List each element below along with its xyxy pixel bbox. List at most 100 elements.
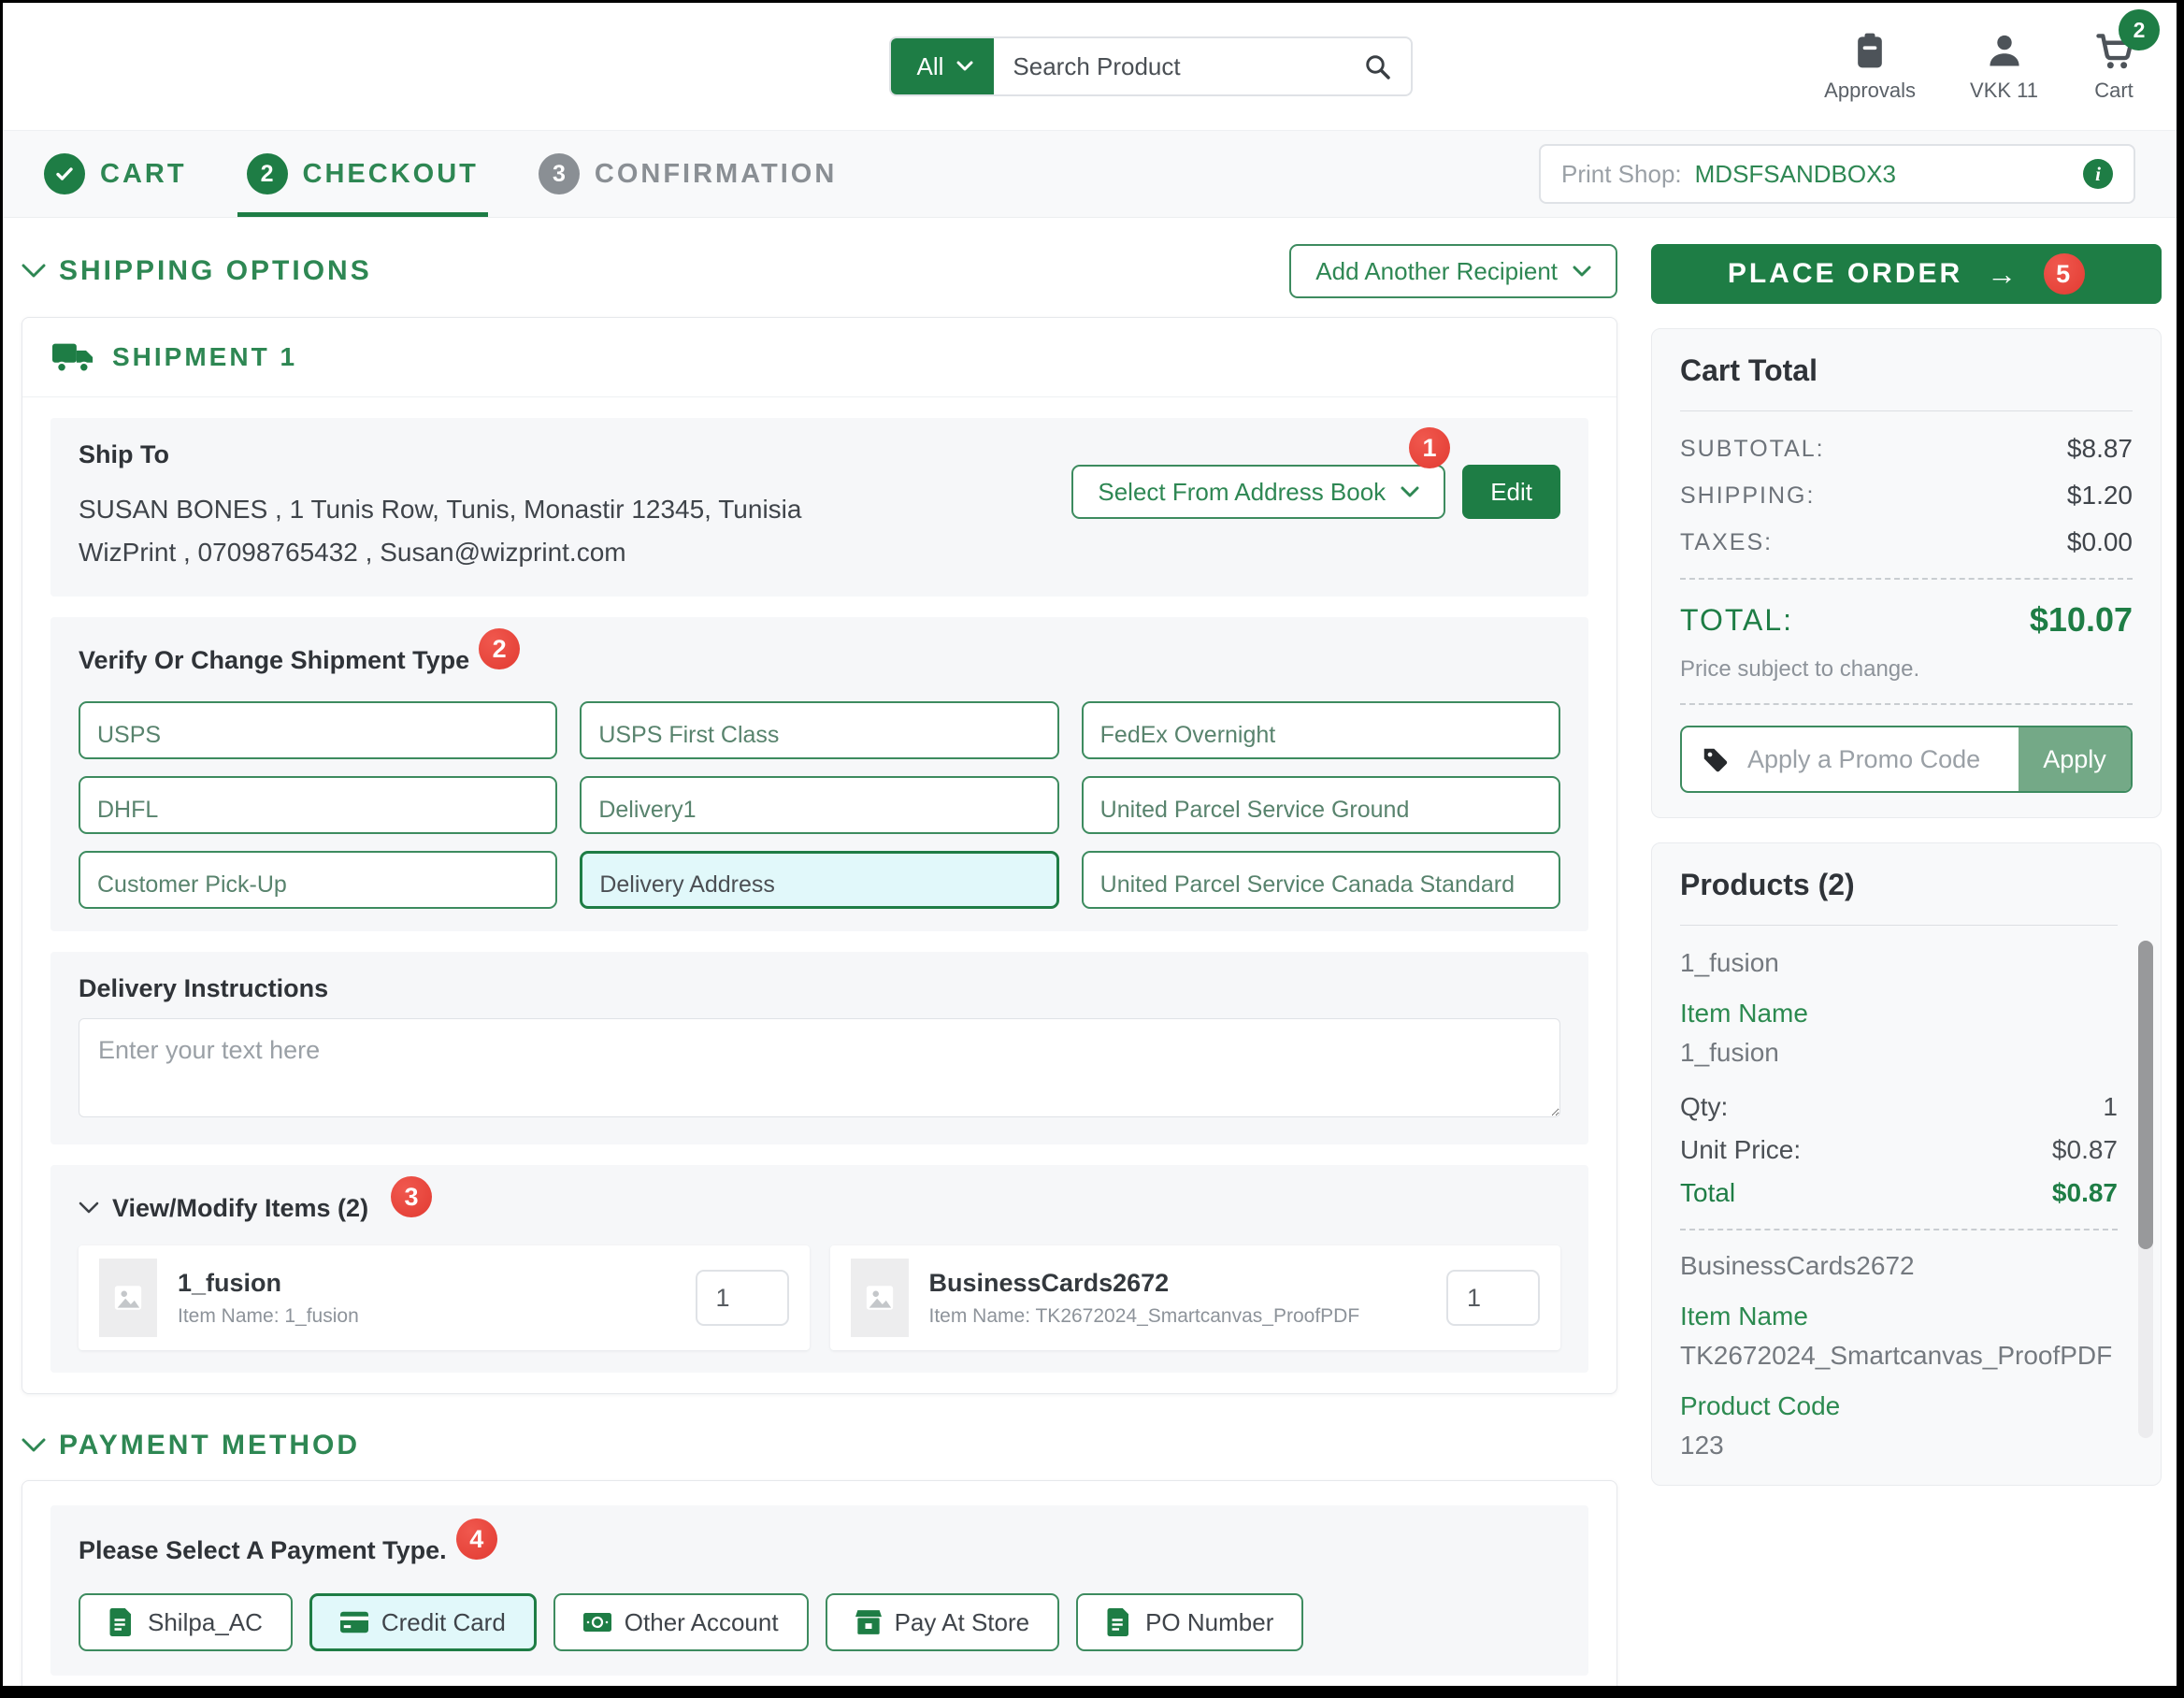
taxes-row: TAXES: $0.00 <box>1680 527 2133 557</box>
step-2-circle: 2 <box>247 153 288 194</box>
shipment-type-usps[interactable]: USPS <box>79 701 557 759</box>
shipment-type-delivery1[interactable]: Delivery1 <box>580 776 1058 834</box>
scrollbar-thumb[interactable] <box>2138 941 2153 1249</box>
step-confirmation: 3 CONFIRMATION <box>539 131 837 217</box>
taxes-value: $0.00 <box>2067 527 2133 557</box>
account-button[interactable]: VKK 11 <box>1970 30 2038 103</box>
apply-promo-button[interactable]: Apply <box>2019 727 2131 791</box>
search-category-dropdown[interactable]: All <box>891 38 995 94</box>
product-name: BusinessCards2672 <box>1680 1251 2118 1281</box>
cart-count-badge: 2 <box>2119 9 2160 50</box>
subtotal-value: $8.87 <box>2067 434 2133 464</box>
shipment-card: SHIPMENT 1 Ship To SUSAN BONES , 1 Tunis… <box>22 317 1617 1394</box>
unit-price-label: Unit Price: <box>1680 1135 1801 1165</box>
item-qty-input[interactable] <box>696 1270 789 1326</box>
step-cart[interactable]: CART <box>44 131 187 217</box>
callout-badge-1: 1 <box>1409 427 1450 468</box>
place-order-label: PLACE ORDER <box>1728 258 1962 290</box>
shipment-type-fedex-overnight[interactable]: FedEx Overnight <box>1082 701 1560 759</box>
promo-code-input[interactable] <box>1746 744 2000 775</box>
payment-po-number-button[interactable]: PO Number <box>1076 1593 1303 1651</box>
address-book-label: Select From Address Book <box>1098 478 1386 507</box>
shipping-options-heading[interactable]: SHIPPING OPTIONS <box>22 255 372 287</box>
step-3-circle: 3 <box>539 153 580 194</box>
item-meta: 1_fusion Item Name: 1_fusion <box>178 1269 675 1328</box>
total-label: TOTAL: <box>1680 603 1793 638</box>
view-modify-items-title: View/Modify Items (2) <box>112 1194 368 1223</box>
payment-credit-card-button[interactable]: Credit Card <box>309 1593 537 1651</box>
unit-price-row: Unit Price: $0.87 <box>1680 1135 2118 1165</box>
checkout-page: All Approvals VKK 11 2 Cart <box>0 0 2184 1698</box>
ship-to-block: Ship To SUSAN BONES , 1 Tunis Row, Tunis… <box>79 440 801 574</box>
edit-address-button[interactable]: Edit <box>1462 465 1560 519</box>
image-placeholder-icon <box>864 1282 896 1314</box>
main-column: SHIPPING OPTIONS Add Another Recipient S… <box>22 218 1617 1698</box>
payment-method-label: PO Number <box>1145 1608 1273 1637</box>
step-checkout[interactable]: 2 CHECKOUT <box>247 131 479 217</box>
ship-to-label: Ship To <box>79 440 801 469</box>
place-order-button[interactable]: PLACE ORDER → 5 <box>1651 244 2162 304</box>
view-modify-items-header[interactable]: View/Modify Items (2) 3 <box>79 1187 1560 1229</box>
payment-method-label: Other Account <box>625 1608 779 1637</box>
shipment-type-delivery-address[interactable]: Delivery Address <box>580 851 1058 909</box>
add-another-recipient-button[interactable]: Add Another Recipient <box>1289 244 1617 298</box>
shipment-type-usps-first-class[interactable]: USPS First Class <box>580 701 1058 759</box>
info-icon[interactable]: i <box>2083 159 2113 189</box>
product-total-label: Total <box>1680 1178 1735 1208</box>
item-qty-input[interactable] <box>1446 1270 1540 1326</box>
shipment-type-customer-pickup[interactable]: Customer Pick-Up <box>79 851 557 909</box>
item-name-label: Item Name <box>1680 1302 2118 1331</box>
total-value: $10.07 <box>2030 600 2133 640</box>
search-icon[interactable] <box>1362 51 1392 81</box>
account-label: VKK 11 <box>1970 79 2038 103</box>
products-card: Products (2) 1_fusion Item Name 1_fusion… <box>1651 842 2162 1486</box>
truck-icon <box>52 340 95 374</box>
product-total-value: $0.87 <box>2052 1178 2118 1208</box>
product-summary-2: BusinessCards2672 Item Name TK2672024_Sm… <box>1680 1251 2118 1461</box>
print-shop-field[interactable]: Print Shop: MDSFSANDBOX3 i <box>1539 144 2135 204</box>
item-name-value: TK2672024_Smartcanvas_ProofPDF <box>1680 1341 2118 1371</box>
payment-other-account-button[interactable]: Other Account <box>553 1593 809 1651</box>
payment-method-label: Pay At Store <box>895 1608 1030 1637</box>
product-summary-1: 1_fusion Item Name 1_fusion Qty: 1 Unit … <box>1680 948 2118 1208</box>
top-bar: All Approvals VKK 11 2 Cart <box>3 3 2177 130</box>
subtotal-label: SUBTOTAL: <box>1680 436 1825 463</box>
product-name: 1_fusion <box>1680 948 2118 978</box>
delivery-instructions-input[interactable] <box>79 1018 1560 1117</box>
view-modify-items-panel: View/Modify Items (2) 3 1_fusion Item Na… <box>50 1165 1588 1373</box>
callout-badge-4: 4 <box>456 1518 497 1560</box>
clipboard-icon <box>1849 30 1890 71</box>
shipment-type-ups-ground[interactable]: United Parcel Service Ground <box>1082 776 1560 834</box>
step-cart-label: CART <box>100 159 187 190</box>
promo-code-field: Apply <box>1680 726 2133 793</box>
shipment-header: SHIPMENT 1 <box>22 318 1616 397</box>
shipment-type-ups-canada-standard[interactable]: United Parcel Service Canada Standard <box>1082 851 1560 909</box>
search-input[interactable] <box>994 52 1361 81</box>
item-title: BusinessCards2672 <box>929 1269 1427 1298</box>
document-icon <box>108 1608 135 1636</box>
payment-shilpa-ac-button[interactable]: Shilpa_AC <box>79 1593 293 1651</box>
cart-label: Cart <box>2094 79 2134 103</box>
chevron-down-icon <box>22 1438 46 1453</box>
approvals-button[interactable]: Approvals <box>1824 30 1916 103</box>
payment-type-label-text: Please Select A Payment Type. <box>79 1536 447 1565</box>
payment-pay-at-store-button[interactable]: Pay At Store <box>826 1593 1060 1651</box>
qty-value: 1 <box>2103 1092 2118 1122</box>
callout-badge-2: 2 <box>479 628 520 669</box>
select-from-address-book-dropdown[interactable]: Select From Address Book <box>1071 465 1445 519</box>
shipment-type-dhfl[interactable]: DHFL <box>79 776 557 834</box>
callout-badge-5: 5 <box>2044 253 2085 295</box>
payment-type-panel: Please Select A Payment Type. 4 Shilpa_A… <box>50 1505 1588 1676</box>
checkout-steps: CART 2 CHECKOUT 3 CONFIRMATION <box>44 131 837 217</box>
item-meta: BusinessCards2672 Item Name: TK2672024_S… <box>929 1269 1427 1328</box>
item-card-1: 1_fusion Item Name: 1_fusion <box>79 1245 810 1350</box>
shipment-type-label: Verify Or Change Shipment Type 2 <box>79 640 1560 681</box>
step-checkout-label: CHECKOUT <box>303 159 479 190</box>
print-shop-value: MDSFSANDBOX3 <box>1695 160 1896 189</box>
products-scrollbar[interactable] <box>2138 941 2153 1438</box>
edit-label: Edit <box>1490 478 1532 507</box>
ship-to-address-line2: WizPrint , 07098765432 , Susan@wizprint.… <box>79 531 801 574</box>
payment-type-label: Please Select A Payment Type. 4 <box>79 1530 1560 1571</box>
payment-method-heading[interactable]: PAYMENT METHOD <box>22 1430 1617 1461</box>
cart-button[interactable]: 2 Cart <box>2092 30 2135 103</box>
